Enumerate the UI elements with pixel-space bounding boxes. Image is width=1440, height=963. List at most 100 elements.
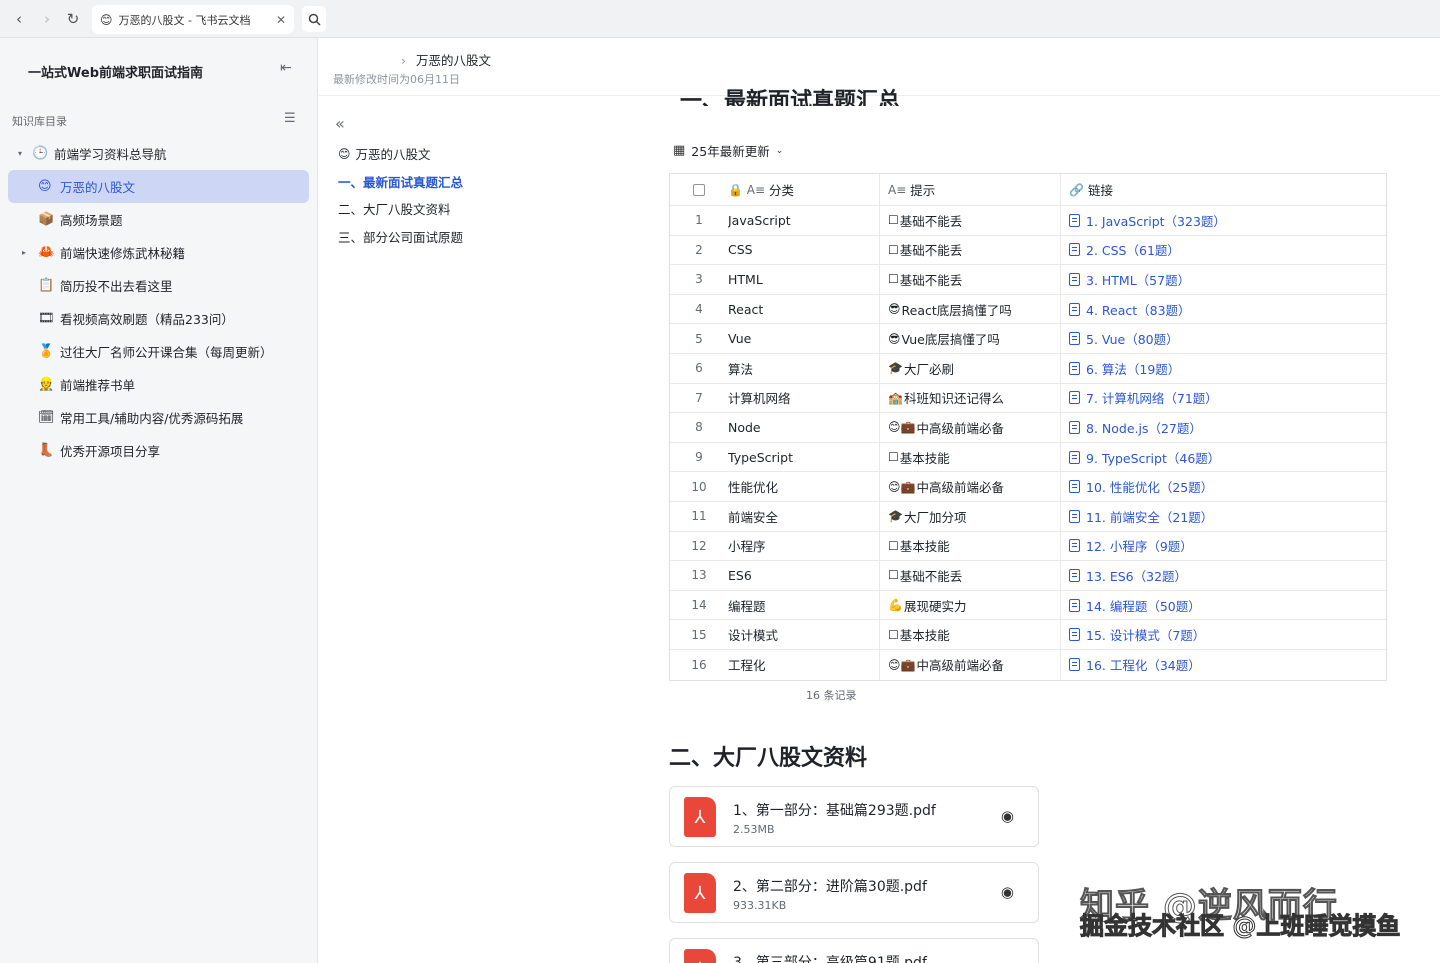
chevron-right-icon[interactable]: ▸	[22, 248, 38, 257]
sidebar-item-courses[interactable]: 🏅 过往大厂名师公开课合集（每周更新）	[8, 335, 309, 368]
category-cell[interactable]: 性能优化	[728, 472, 880, 501]
doc-link[interactable]: 15. 设计模式（7题）	[1086, 625, 1205, 644]
back-icon[interactable]: ‹	[8, 8, 30, 30]
file-card[interactable]: ⅄ 1、第一部分：基础篇293题.pdf 2.53MB ◉	[669, 786, 1039, 847]
link-cell[interactable]: 7. 计算机网络（71题）	[1061, 384, 1386, 413]
doc-link[interactable]: 1. JavaScript（323题）	[1086, 211, 1226, 230]
table-row[interactable]: 6 算法 🎓 大厂必刷 6. 算法（19题）	[670, 353, 1386, 384]
link-cell[interactable]: 8. Node.js（27题）	[1061, 413, 1386, 442]
sidebar-item-scenario[interactable]: 📦 高频场景题	[8, 203, 309, 236]
sidebar-item-tools[interactable]: 🗓 常用工具/辅助内容/优秀源码拓展	[8, 401, 309, 434]
column-header-link[interactable]: 🔗 链接	[1061, 174, 1386, 205]
file-name[interactable]: 3、第三部分：高级篇91题.pdf	[733, 952, 927, 963]
doc-link[interactable]: 7. 计算机网络（71题）	[1086, 388, 1218, 407]
link-cell[interactable]: 4. React（83题）	[1061, 295, 1386, 324]
hint-cell[interactable]: ☐ 基本技能	[880, 620, 1061, 649]
close-icon[interactable]: ✕	[276, 13, 286, 27]
category-cell[interactable]: Node	[728, 413, 880, 442]
breadcrumb-current[interactable]: 万恶的八股文	[416, 53, 491, 68]
table-row[interactable]: 15 设计模式 ☐ 基本技能 15. 设计模式（7题）	[670, 620, 1386, 650]
link-cell[interactable]: 16. 工程化（34题）	[1061, 650, 1386, 680]
table-row[interactable]: 5 Vue 😎 Vue底层搞懂了吗 5. Vue（80题）	[670, 324, 1386, 354]
table-row[interactable]: 10 性能优化 😊💼 中高级前端必备 10. 性能优化（25题）	[670, 472, 1386, 502]
table-row[interactable]: 2 CSS ☐ 基础不能丢 2. CSS（61题）	[670, 235, 1386, 266]
table-row[interactable]: 4 React 😎 React底层搞懂了吗 4. React（83题）	[670, 294, 1386, 325]
doc-link[interactable]: 12. 小程序（9题）	[1086, 536, 1193, 555]
column-header-category[interactable]: 🔒 A≡ 分类	[728, 174, 880, 205]
hint-cell[interactable]: 😎 Vue底层搞懂了吗	[880, 324, 1061, 353]
outline-item-section2[interactable]: 二、大厂八股文资料	[338, 195, 538, 223]
outline-item-section1[interactable]: 一、最新面试真题汇总	[338, 168, 538, 196]
hint-cell[interactable]: ☐ 基本技能	[880, 442, 1061, 472]
hint-cell[interactable]: 😊💼 中高级前端必备	[880, 649, 1061, 680]
sidebar-item-secrets[interactable]: ▸ 🦀 前端快速修炼武林秘籍	[8, 236, 309, 269]
category-cell[interactable]: HTML	[728, 265, 880, 294]
doc-link[interactable]: 4. React（83题）	[1086, 300, 1191, 319]
hint-cell[interactable]: 😊💼 中高级前端必备	[880, 472, 1061, 501]
collapse-sidebar-icon[interactable]: ⇤	[280, 60, 292, 76]
category-cell[interactable]: 算法	[728, 353, 880, 383]
category-cell[interactable]: 设计模式	[728, 620, 880, 649]
browser-tab[interactable]: 😊 万恶的八股文 - 飞书云文档 ✕	[92, 5, 294, 34]
hint-cell[interactable]: ☐ 基础不能丢	[880, 206, 1061, 235]
doc-link[interactable]: 3. HTML（57题）	[1086, 270, 1190, 289]
table-row[interactable]: 11 前端安全 🎓 大厂加分项 11. 前端安全（21题）	[670, 501, 1386, 532]
doc-link[interactable]: 14. 编程题（50题）	[1086, 596, 1201, 615]
search-icon[interactable]	[302, 6, 326, 32]
link-cell[interactable]: 9. TypeScript（46题）	[1061, 443, 1386, 472]
category-cell[interactable]: React	[728, 294, 880, 324]
eye-icon[interactable]: ◉	[1001, 807, 1014, 825]
outline-item-title[interactable]: 😊 万恶的八股文	[338, 140, 538, 168]
hint-cell[interactable]: 🎓 大厂必刷	[880, 353, 1061, 383]
category-cell[interactable]: 编程题	[728, 590, 880, 620]
category-cell[interactable]: CSS	[728, 235, 880, 265]
category-cell[interactable]: Vue	[728, 324, 880, 353]
doc-link[interactable]: 6. 算法（19题）	[1086, 359, 1180, 378]
table-row[interactable]: 1 JavaScript ☐ 基础不能丢 1. JavaScript（323题）	[670, 206, 1386, 236]
hint-cell[interactable]: 🏫 科班知识还记得么	[880, 383, 1061, 413]
sidebar-item-resume[interactable]: 📋 简历投不出去看这里	[8, 269, 309, 302]
doc-link[interactable]: 16. 工程化（34题）	[1086, 655, 1201, 674]
hint-cell[interactable]: ☐ 基本技能	[880, 531, 1061, 561]
link-cell[interactable]: 3. HTML（57题）	[1061, 265, 1386, 294]
sidebar-item-nav[interactable]: ▾ 🕒 前端学习资料总导航	[8, 137, 309, 170]
hint-cell[interactable]: ☐ 基础不能丢	[880, 265, 1061, 294]
view-selector[interactable]: ▦ 25年最新更新 ⌄	[673, 141, 783, 160]
link-cell[interactable]: 14. 编程题（50题）	[1061, 591, 1386, 620]
file-name[interactable]: 1、第一部分：基础篇293题.pdf	[733, 800, 936, 820]
eye-icon[interactable]: ◉	[1001, 883, 1014, 901]
outline-item-section3[interactable]: 三、部分公司面试原题	[338, 223, 538, 251]
category-cell[interactable]: JavaScript	[728, 206, 880, 235]
link-cell[interactable]: 10. 性能优化（25题）	[1061, 472, 1386, 501]
doc-link[interactable]: 9. TypeScript（46题）	[1086, 448, 1220, 467]
hint-cell[interactable]: 😎 React底层搞懂了吗	[880, 294, 1061, 324]
category-cell[interactable]: 计算机网络	[728, 383, 880, 413]
link-cell[interactable]: 11. 前端安全（21题）	[1061, 502, 1386, 531]
file-name[interactable]: 2、第二部分：进阶篇30题.pdf	[733, 876, 927, 896]
select-all-checkbox[interactable]	[670, 174, 728, 205]
chevron-down-icon[interactable]: ▾	[18, 149, 32, 158]
forward-icon[interactable]: ›	[36, 8, 58, 30]
file-card[interactable]: ⅄ 2、第二部分：进阶篇30题.pdf 933.31KB ◉	[669, 862, 1039, 923]
hint-cell[interactable]: 🎓 大厂加分项	[880, 501, 1061, 531]
link-cell[interactable]: 6. 算法（19题）	[1061, 354, 1386, 383]
category-cell[interactable]: 工程化	[728, 649, 880, 680]
hint-cell[interactable]: ☐ 基础不能丢	[880, 561, 1061, 590]
reload-icon[interactable]: ↻	[62, 8, 84, 30]
link-cell[interactable]: 13. ES6（32题）	[1061, 561, 1386, 590]
table-row[interactable]: 9 TypeScript ☐ 基本技能 9. TypeScript（46题）	[670, 442, 1386, 473]
table-row[interactable]: 13 ES6 ☐ 基础不能丢 13. ES6（32题）	[670, 561, 1386, 591]
toc-icon[interactable]: ☰	[284, 111, 296, 126]
table-row[interactable]: 12 小程序 ☐ 基本技能 12. 小程序（9题）	[670, 531, 1386, 562]
column-header-hint[interactable]: A≡ 提示	[880, 174, 1061, 205]
sidebar-item-video[interactable]: 🎞 看视频高效刷题（精品233问）	[8, 302, 309, 335]
doc-link[interactable]: 13. ES6（32题）	[1086, 566, 1187, 585]
doc-link[interactable]: 5. Vue（80题）	[1086, 329, 1179, 348]
link-cell[interactable]: 2. CSS（61题）	[1061, 236, 1386, 265]
hint-cell[interactable]: 😊💼 中高级前端必备	[880, 413, 1061, 442]
hint-cell[interactable]: ☐ 基础不能丢	[880, 235, 1061, 265]
table-row[interactable]: 14 编程题 💪 展现硬实力 14. 编程题（50题）	[670, 590, 1386, 621]
file-card[interactable]: ⅄ 3、第三部分：高级篇91题.pdf	[669, 938, 1039, 963]
sidebar-item-baguwen[interactable]: 😊 万恶的八股文	[8, 170, 309, 203]
link-cell[interactable]: 5. Vue（80题）	[1061, 324, 1386, 353]
